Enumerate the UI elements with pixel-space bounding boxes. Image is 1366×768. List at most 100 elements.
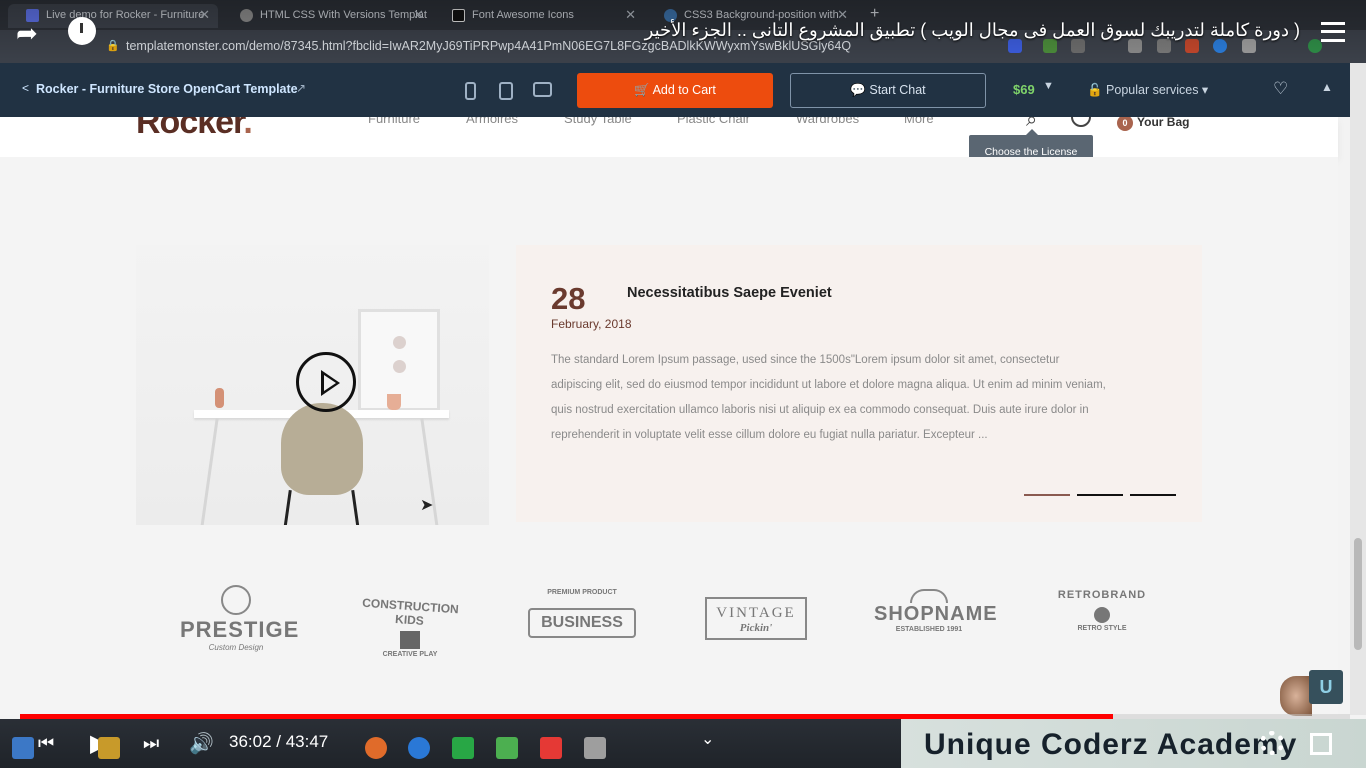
lock-icon: 🔒 xyxy=(106,40,120,52)
close-tab-icon[interactable]: ✕ xyxy=(413,4,424,26)
nav-item-study-table[interactable]: Study Table xyxy=(564,117,632,126)
extension-icon[interactable] xyxy=(1185,39,1199,53)
chevron-up-icon[interactable]: ▲ xyxy=(1321,80,1333,94)
fullscreen-exit-icon[interactable] xyxy=(1310,733,1332,755)
add-to-cart-button[interactable]: 🛒 Add to Cart xyxy=(577,73,773,108)
chevron-down-icon[interactable]: ⌄ xyxy=(701,729,714,749)
extension-icon[interactable] xyxy=(1242,39,1256,53)
tab-label: HTML CSS With Versions Templat xyxy=(260,9,427,21)
video-controls: ⏮ ▶ ⏭ 🔊 36:02 / 43:47 ⌄ Unique Coderz Ac… xyxy=(0,719,1366,768)
chair xyxy=(281,403,363,495)
next-icon[interactable]: ⏭ xyxy=(143,733,159,754)
browser-tab[interactable]: HTML CSS With Versions Templat ✕ xyxy=(222,4,432,28)
tab-label: Font Awesome Icons xyxy=(472,9,574,21)
app-icon[interactable] xyxy=(452,737,474,759)
url-input[interactable]: templatemonster.com/demo/87345.html?fbcl… xyxy=(126,39,851,53)
user-icon[interactable] xyxy=(1071,117,1091,127)
video-title[interactable]: ( دورة كاملة لتدريبك لسوق العمل فى مجال … xyxy=(645,20,1300,41)
watermark-text: Unique Coderz Academy xyxy=(924,728,1298,761)
brand-name: BUSINESS xyxy=(528,608,636,638)
extension-icon[interactable] xyxy=(1213,39,1227,53)
cart-icon: 🛒 xyxy=(634,83,653,97)
brand-sub: RETRO STYLE xyxy=(1077,625,1127,632)
brand-name: SHOPNAME xyxy=(874,603,998,625)
extension-icon[interactable] xyxy=(1008,39,1022,53)
post-month: February, 2018 xyxy=(551,317,632,331)
site-logo[interactable]: Rocker. xyxy=(136,117,253,142)
price-dropdown[interactable]: $69 xyxy=(1013,82,1035,97)
external-link-icon[interactable]: ↗ xyxy=(296,81,306,95)
chair-leg xyxy=(283,489,292,525)
browser-tab[interactable]: Live demo for Rocker - Furniture ✕ xyxy=(8,4,218,28)
mobile-view-icon[interactable] xyxy=(465,82,476,100)
tab-favicon-icon xyxy=(240,9,253,22)
desktop-view-icon[interactable] xyxy=(533,82,552,97)
watch-later-icon[interactable] xyxy=(68,17,96,45)
file-explorer-icon[interactable] xyxy=(98,737,120,759)
carousel-dot[interactable] xyxy=(1130,494,1176,496)
brand-sub: Pickin' xyxy=(739,622,773,634)
chevron-down-icon[interactable]: ▼ xyxy=(1043,80,1054,92)
extension-icon[interactable] xyxy=(1157,39,1171,53)
site-header: Rocker. Furniture Armoires Study Table P… xyxy=(0,117,1338,157)
brand-logo-prestige[interactable]: PRESTIGE Custom Design xyxy=(180,585,298,657)
blog-image[interactable] xyxy=(136,245,489,525)
chair-leg xyxy=(351,489,360,525)
extension-icon[interactable] xyxy=(1071,39,1085,53)
back-chevron-icon[interactable]: < xyxy=(22,81,29,95)
desk-leg xyxy=(200,418,219,525)
box-icon xyxy=(400,631,420,649)
app-icon[interactable] xyxy=(496,737,518,759)
channel-badge[interactable]: U xyxy=(1309,670,1343,704)
bag-button[interactable]: 0 Your Bag xyxy=(1117,117,1189,131)
nav-item-furniture[interactable]: Furniture xyxy=(368,117,420,126)
tablet-view-icon[interactable] xyxy=(499,82,513,100)
heart-icon[interactable]: ♡ xyxy=(1273,79,1288,99)
share-icon[interactable]: ➦ xyxy=(16,18,38,49)
gear-icon[interactable] xyxy=(1260,731,1284,755)
nav-item-more[interactable]: More xyxy=(904,117,934,126)
brand-logo-shopname[interactable]: SHOPNAME ESTABLISHED 1991 xyxy=(874,585,998,657)
app-icon[interactable] xyxy=(540,737,562,759)
playlist-icon[interactable] xyxy=(1321,22,1345,42)
brand-sub: Custom Design xyxy=(208,643,264,652)
close-tab-icon[interactable]: ✕ xyxy=(199,4,210,26)
windows-start-icon[interactable] xyxy=(12,737,34,759)
scrollbar-thumb[interactable] xyxy=(1354,538,1362,650)
demo-top-bar: < Rocker - Furniture Store OpenCart Temp… xyxy=(0,63,1350,117)
post-title[interactable]: Necessitatibus Saepe Eveniet xyxy=(627,285,832,301)
volume-icon[interactable]: 🔊 xyxy=(189,731,214,756)
profile-icon[interactable] xyxy=(1308,39,1322,53)
close-tab-icon[interactable]: ✕ xyxy=(625,4,636,26)
nav-item-plastic-chair[interactable]: Plastic Chair xyxy=(677,117,750,126)
firefox-icon[interactable] xyxy=(365,737,387,759)
brand-name: RETROBRAND xyxy=(1057,589,1147,601)
nav-item-armoires[interactable]: Armoires xyxy=(466,117,518,126)
post-body: The standard Lorem Ipsum passage, used s… xyxy=(551,354,1106,441)
carousel-dot[interactable] xyxy=(1077,494,1123,496)
play-video-button[interactable] xyxy=(296,352,356,412)
page-scrollbar[interactable] xyxy=(1350,63,1366,715)
camera-icon[interactable] xyxy=(1128,39,1142,53)
channel-avatar xyxy=(1280,676,1312,716)
blog-post: 28 February, 2018 Necessitatibus Saepe E… xyxy=(516,245,1202,522)
add-to-cart-label: Add to Cart xyxy=(652,83,716,97)
nav-item-wardrobes[interactable]: Wardrobes xyxy=(796,117,859,126)
brand-logo-vintage[interactable]: VINTAGE Pickin' xyxy=(705,585,807,657)
photos-icon[interactable] xyxy=(584,737,606,759)
video-time: 36:02 / 43:47 xyxy=(229,732,329,751)
brand-logo-construction-kids[interactable]: CONSTRUCTION KIDS CREATIVE PLAY xyxy=(354,585,466,658)
previous-icon[interactable]: ⏮ xyxy=(38,733,54,754)
start-chat-button[interactable]: 💬 Start Chat xyxy=(790,73,986,108)
internet-explorer-icon[interactable] xyxy=(408,737,430,759)
brand-logo-retrobrand[interactable]: RETROBRAND RETRO STYLE xyxy=(1048,585,1156,657)
mouse-cursor-icon: ➤ xyxy=(420,497,434,514)
template-name-link[interactable]: Rocker - Furniture Store OpenCart Templa… xyxy=(36,82,298,96)
popular-services-dropdown[interactable]: 🔓 Popular services ▾ xyxy=(1087,82,1208,98)
arc-icon xyxy=(910,589,948,603)
brand-logo-business[interactable]: PREMIUM PRODUCT BUSINESS xyxy=(528,585,636,657)
plant-pot xyxy=(387,394,401,410)
browser-tab[interactable]: Font Awesome Icons ✕ xyxy=(434,4,644,28)
carousel-dot-active[interactable] xyxy=(1024,494,1070,496)
extension-icon[interactable] xyxy=(1043,39,1057,53)
